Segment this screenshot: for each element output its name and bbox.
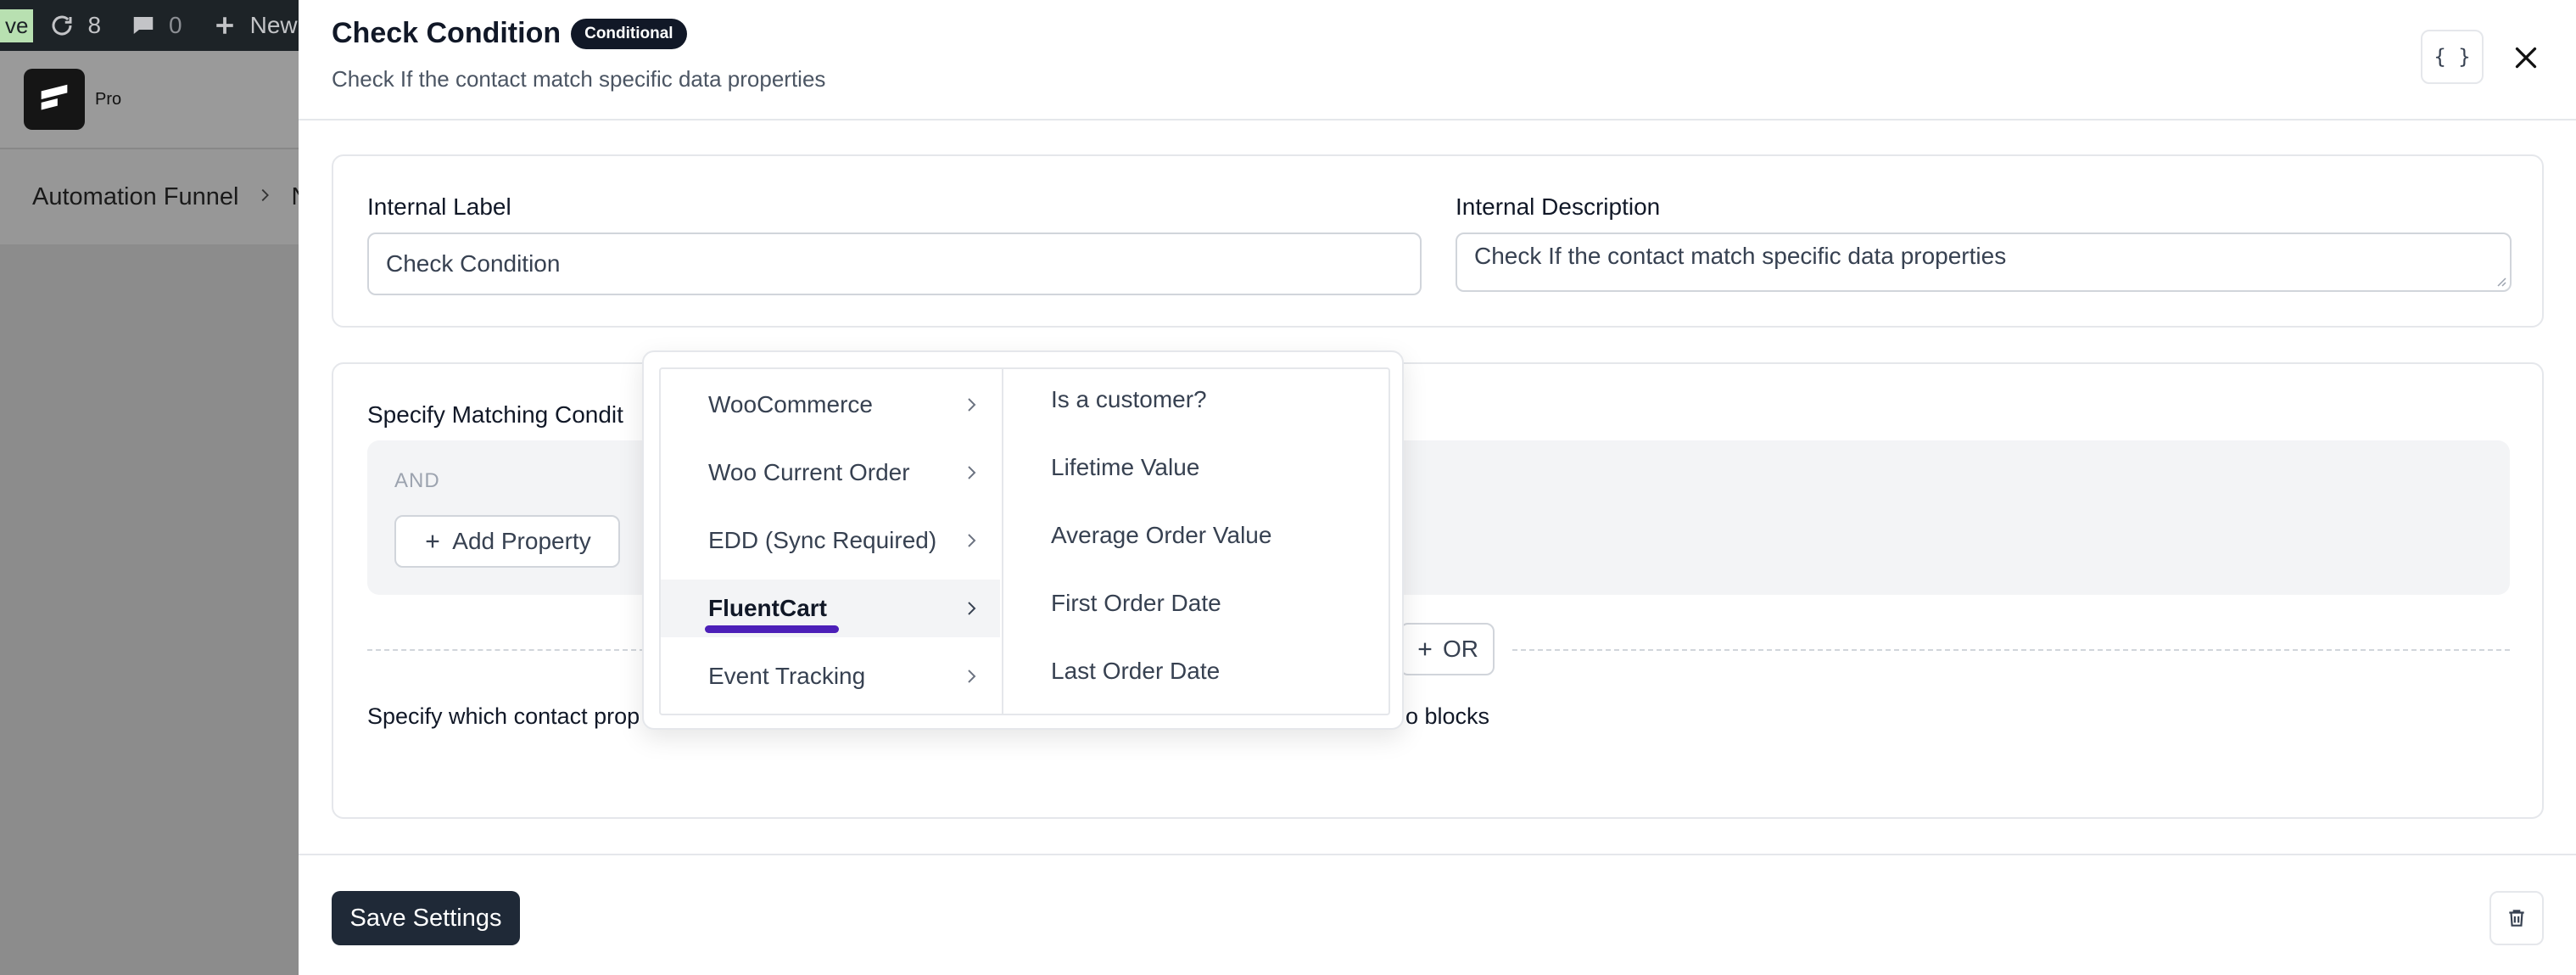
category-item-edd[interactable]: EDD (Sync Required)	[661, 512, 1000, 569]
category-item-woocommerce[interactable]: WooCommerce	[661, 376, 1000, 434]
option-is-a-customer[interactable]: Is a customer?	[1051, 386, 1207, 413]
category-label: Woo Current Order	[708, 459, 910, 485]
category-label: EDD (Sync Required)	[708, 527, 937, 553]
close-icon	[2515, 47, 2537, 69]
add-property-button[interactable]: Add Property	[394, 515, 620, 568]
resize-handle-icon[interactable]	[2495, 275, 2506, 287]
drawer-footer: Save Settings	[299, 854, 2576, 975]
option-first-order-date[interactable]: First Order Date	[1051, 590, 1221, 617]
drawer-header: Check Condition Conditional Check If the…	[299, 0, 2576, 120]
settings-drawer: Check Condition Conditional Check If the…	[299, 0, 2576, 975]
option-average-order-value[interactable]: Average Order Value	[1051, 522, 1271, 549]
delete-button[interactable]	[2489, 891, 2544, 945]
live-badge: ve	[0, 8, 34, 42]
refresh-icon	[48, 12, 75, 39]
category-item-fluentcart[interactable]: FluentCart	[661, 580, 1000, 637]
or-label: OR	[1443, 636, 1478, 662]
divider-right	[1512, 649, 2510, 651]
chevron-right-icon	[968, 466, 976, 479]
category-item-woo-current-order[interactable]: Woo Current Order	[661, 444, 1000, 502]
comments-count: 0	[169, 12, 182, 38]
conditions-title: Specify Matching Condit	[367, 401, 623, 428]
drawer-subtitle: Check If the contact match specific data…	[332, 66, 826, 92]
comment-icon	[130, 12, 157, 39]
active-underline	[705, 625, 839, 633]
chevron-right-icon	[968, 670, 976, 683]
add-or-group-button[interactable]: OR	[1400, 623, 1495, 675]
new-item[interactable]: New	[211, 12, 298, 39]
category-label: Event Tracking	[708, 663, 866, 689]
fluentcrm-logo-icon	[24, 69, 85, 130]
internal-description-title: Internal Description	[1456, 193, 1661, 220]
chevron-right-icon	[255, 183, 274, 211]
internal-description-textarea[interactable]: Check If the contact match specific data…	[1456, 233, 2512, 292]
category-label: WooCommerce	[708, 391, 873, 417]
new-label: New	[249, 12, 298, 38]
property-category-menu: WooCommerce Woo Current Order EDD (Sync …	[659, 367, 1002, 715]
internal-description-value: Check If the contact match specific data…	[1474, 243, 2007, 269]
and-label: AND	[394, 469, 440, 492]
label-description-card: Internal Label Check Condition Internal …	[332, 154, 2544, 328]
chevron-right-icon	[968, 534, 976, 547]
comments-item[interactable]: 0	[130, 12, 182, 39]
plus-icon	[211, 12, 238, 39]
pro-label: Pro	[95, 89, 122, 109]
plus-icon	[1418, 642, 1432, 656]
close-button[interactable]	[2502, 34, 2550, 81]
trash-icon	[2509, 910, 2524, 927]
save-settings-button[interactable]: Save Settings	[332, 891, 520, 945]
conditional-badge: Conditional	[571, 18, 687, 49]
drawer-title-row: Check Condition Conditional	[332, 17, 687, 50]
json-editor-button[interactable]: { }	[2421, 30, 2484, 84]
plus-icon	[426, 535, 439, 548]
option-last-order-date[interactable]: Last Order Date	[1051, 658, 1220, 685]
option-lifetime-value[interactable]: Lifetime Value	[1051, 454, 1199, 481]
chevron-right-icon	[968, 398, 976, 412]
chevron-right-icon	[968, 602, 976, 615]
updates-item[interactable]: 8	[48, 12, 101, 39]
category-item-event-tracking[interactable]: Event Tracking	[661, 647, 1000, 705]
category-label: FluentCart	[708, 595, 827, 621]
drawer-title: Check Condition	[332, 17, 562, 49]
internal-label-input[interactable]: Check Condition	[367, 233, 1422, 295]
add-property-label: Add Property	[452, 528, 591, 554]
breadcrumb-item-automation-funnel[interactable]: Automation Funnel	[32, 183, 238, 211]
property-option-menu: Is a customer? Lifetime Value Average Or…	[1002, 367, 1390, 715]
conditions-help-text: Specify which contact prop	[367, 703, 640, 729]
property-selector-popover: WooCommerce Woo Current Order EDD (Sync …	[642, 350, 1404, 730]
updates-count: 8	[87, 12, 102, 38]
internal-label-title: Internal Label	[367, 193, 511, 220]
conditions-help-text-end: o blocks	[1405, 703, 1490, 729]
